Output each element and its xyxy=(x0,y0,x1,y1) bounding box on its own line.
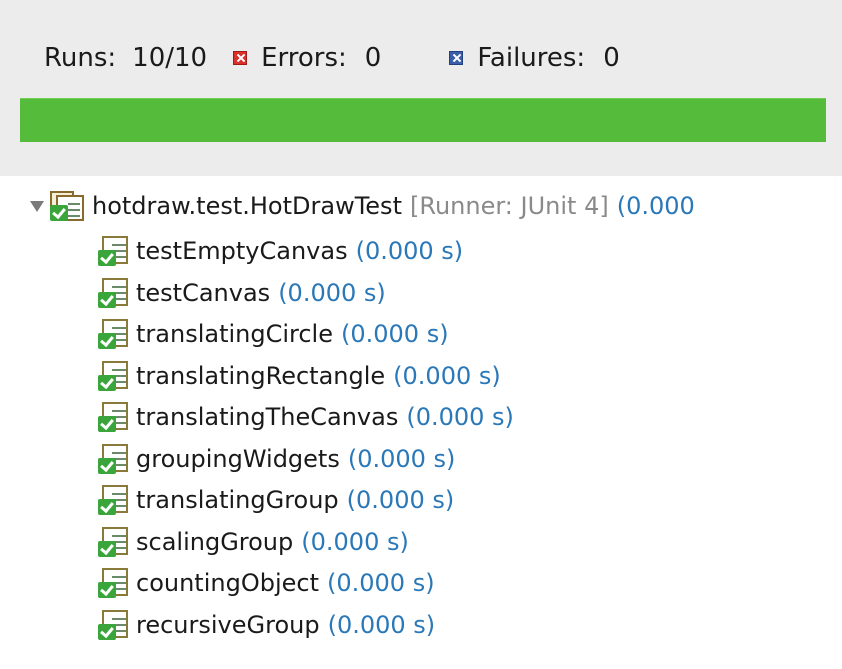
test-case-row[interactable]: scalingGroup (0.000 s) xyxy=(98,522,409,562)
test-passed-icon xyxy=(98,568,130,598)
failures-label: Failures: xyxy=(477,43,586,73)
failures-value: 0 xyxy=(603,43,620,73)
errors-label: Errors: xyxy=(261,43,347,73)
test-case-row[interactable]: groupingWidgets (0.000 s) xyxy=(98,439,455,479)
test-case-row[interactable]: translatingCircle (0.000 s) xyxy=(98,314,449,354)
suite-time: (0.000 xyxy=(616,192,695,220)
test-results-tree[interactable]: hotdraw.test.HotDrawTest [Runner: JUnit … xyxy=(0,176,842,669)
tree-row-root-suite[interactable]: hotdraw.test.HotDrawTest [Runner: JUnit … xyxy=(30,186,695,226)
errors-counter: Errors: 0 xyxy=(233,43,381,73)
test-passed-icon xyxy=(98,277,130,308)
progress-bar-fill xyxy=(20,98,826,142)
test-name: testEmptyCanvas xyxy=(136,237,348,265)
test-name: translatingTheCanvas xyxy=(136,403,399,431)
test-passed-icon xyxy=(98,402,130,432)
runs-value: 10/10 xyxy=(132,43,208,73)
test-time: (0.000 s) xyxy=(347,444,456,473)
test-time: (0.000 s) xyxy=(301,527,409,556)
test-passed-icon xyxy=(98,319,130,349)
test-passed-icon xyxy=(98,609,130,640)
test-progress-bar xyxy=(20,98,826,142)
test-suite-passed-icon xyxy=(50,191,84,221)
test-name: translatingRectangle xyxy=(136,361,386,390)
counters-bar: Runs: 10/10 Errors: 0 Failures: 0 xyxy=(44,38,620,78)
test-time: (0.000 s) xyxy=(346,486,455,514)
test-name: scalingGroup xyxy=(136,527,294,556)
test-passed-icon xyxy=(98,443,130,474)
test-case-row[interactable]: testCanvas (0.000 s) xyxy=(98,273,386,313)
expand-triangle-icon[interactable] xyxy=(30,200,44,212)
test-name: groupingWidgets xyxy=(136,444,340,473)
test-case-row[interactable]: translatingTheCanvas (0.000 s) xyxy=(98,397,514,437)
test-time: (0.000 s) xyxy=(355,237,464,265)
suite-runner: [Runner: JUnit 4] xyxy=(409,192,609,220)
test-time: (0.000 s) xyxy=(406,403,514,431)
test-passed-icon xyxy=(98,526,130,557)
test-name: countingObject xyxy=(136,569,319,597)
test-case-row[interactable]: recursiveGroup (0.000 s) xyxy=(98,605,435,645)
suite-name: hotdraw.test.HotDrawTest xyxy=(92,192,402,220)
test-passed-icon xyxy=(98,485,130,515)
failure-icon xyxy=(449,51,464,65)
test-name: testCanvas xyxy=(136,278,271,307)
test-time: (0.000 s) xyxy=(327,610,436,639)
test-case-row[interactable]: translatingGroup (0.000 s) xyxy=(98,480,454,520)
test-time: (0.000 s) xyxy=(278,278,386,307)
test-name: translatingCircle xyxy=(136,320,333,348)
test-summary-panel: Runs: 10/10 Errors: 0 Failures: 0 xyxy=(0,0,842,176)
errors-value: 0 xyxy=(364,43,382,73)
test-passed-icon xyxy=(98,360,130,391)
failures-counter: Failures: 0 xyxy=(449,43,620,73)
error-icon xyxy=(233,51,248,65)
test-case-row[interactable]: translatingRectangle (0.000 s) xyxy=(98,356,501,396)
runs-label: Runs: xyxy=(44,43,117,73)
test-time: (0.000 s) xyxy=(341,320,449,348)
test-case-row[interactable]: countingObject (0.000 s) xyxy=(98,563,435,603)
test-name: recursiveGroup xyxy=(136,610,320,639)
test-time: (0.000 s) xyxy=(327,569,435,597)
test-case-row[interactable]: testEmptyCanvas (0.000 s) xyxy=(98,231,463,271)
test-name: translatingGroup xyxy=(136,486,339,514)
test-time: (0.000 s) xyxy=(393,361,501,390)
test-passed-icon xyxy=(98,236,130,266)
